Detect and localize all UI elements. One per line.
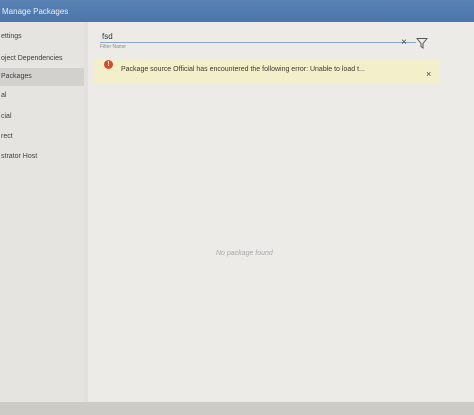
sidebar-item-official[interactable]: cial xyxy=(0,108,84,126)
error-icon: ! xyxy=(104,60,113,69)
search-hint: Filter Name xyxy=(100,44,126,50)
sidebar-item-label: cial xyxy=(1,113,12,120)
error-banner: ! Package source Official has encountere… xyxy=(94,59,440,83)
close-icon[interactable]: × xyxy=(426,70,431,79)
sidebar: ettings oject Dependencies Packages al c… xyxy=(0,22,84,415)
error-message: Package source Official has encountered … xyxy=(121,66,365,73)
sidebar-item-packages[interactable]: Packages xyxy=(0,68,84,86)
sidebar-item-4[interactable]: al xyxy=(0,87,84,105)
title-bar: Manage Packages xyxy=(0,0,474,22)
empty-state-message: No package found xyxy=(216,250,273,257)
filter-icon[interactable] xyxy=(416,37,428,49)
sidebar-item-direct[interactable]: rect xyxy=(0,128,84,146)
sidebar-item-label: strator Host xyxy=(1,153,38,160)
sidebar-item-label: al xyxy=(1,92,7,99)
bottom-bar xyxy=(0,402,474,415)
sidebar-item-label: rect xyxy=(1,133,13,140)
sidebar-item-label: ettings xyxy=(1,33,22,40)
sidebar-item-administrator-host[interactable]: strator Host xyxy=(0,148,84,166)
window-title: Manage Packages xyxy=(2,7,69,16)
sidebar-item-settings[interactable]: ettings xyxy=(0,28,84,46)
sidebar-item-label: Packages xyxy=(1,73,32,80)
search-input[interactable] xyxy=(100,30,416,43)
sidebar-item-project-dependencies[interactable]: oject Dependencies xyxy=(0,50,84,68)
sidebar-item-label: oject Dependencies xyxy=(1,55,63,62)
clear-icon[interactable]: × xyxy=(401,38,407,48)
